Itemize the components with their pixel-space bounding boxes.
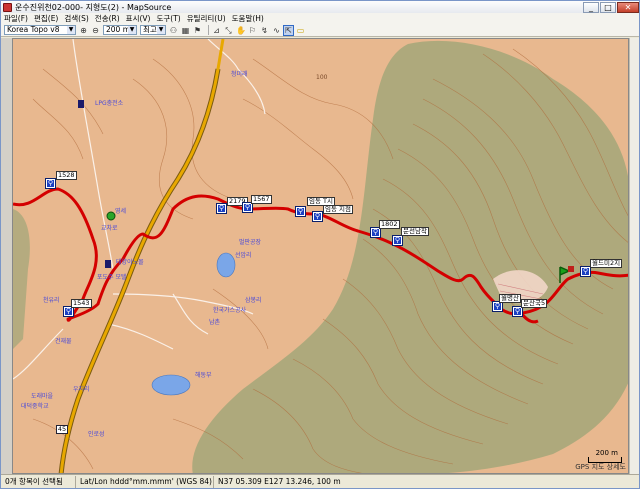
reservoir-north (216, 252, 236, 278)
map-product-select[interactable]: Korea Topo v8 ▼ (4, 25, 76, 35)
menu-find[interactable]: 검색(S) (61, 13, 91, 24)
waypoint-label[interactable]: 임동 지점 (323, 205, 353, 214)
waypoint-label[interactable]: 문선남작 (401, 227, 429, 236)
poi-label: 영세 (115, 208, 127, 215)
poi-label: 우지리 (73, 386, 90, 393)
menu-tools[interactable]: 도구(T) (153, 13, 183, 24)
chevron-down-icon: ▼ (157, 26, 165, 34)
menu-file[interactable]: 파일(F) (1, 13, 31, 24)
zoom-scale-value: 200 m (106, 25, 131, 34)
waypoint-hiker-icon[interactable]: ⚲ (580, 266, 591, 277)
minimize-button[interactable]: _ (583, 1, 599, 13)
coordinate-format: Lat/Lon hddd°mm.mmm' (WGS 84) (76, 475, 214, 488)
vertical-scrollbar[interactable] (629, 38, 639, 474)
toolbar-divider (208, 25, 209, 35)
minor-roads (13, 39, 266, 380)
mapsource-app-icon (3, 2, 12, 12)
highway-45 (58, 68, 221, 473)
poi-label: 한국가스공사 (213, 307, 247, 314)
menu-view[interactable]: 표시(V) (123, 13, 154, 24)
waypoint-hiker-icon[interactable]: ⚲ (295, 206, 306, 217)
chevron-down-icon: ▼ (128, 26, 136, 34)
poi-label: 해동부 (195, 372, 212, 379)
forest-area-west (13, 209, 30, 349)
map-product-value: Korea Topo v8 (7, 25, 60, 34)
poi-label: 천유리 (43, 297, 60, 304)
poi-label: 인로성 (88, 431, 105, 438)
maximize-button[interactable]: □ (600, 1, 616, 13)
poi-label: 벌판공장 (239, 239, 262, 246)
poi-label: 도래마을 (31, 393, 54, 400)
close-button[interactable]: ✕ (617, 1, 639, 13)
route-tool-icon[interactable]: ↯ (260, 26, 269, 35)
poi-label: 교차로 (101, 225, 118, 232)
poi-label: 남촌 (209, 319, 221, 326)
road-number-shield: 45 (56, 425, 68, 434)
waypoint-hiker-icon[interactable]: ⚲ (63, 306, 74, 317)
waypoint-hiker-icon[interactable]: ⚲ (392, 235, 403, 246)
detail-select[interactable]: 최고 ▼ (140, 25, 166, 35)
waypoint-tool-icon[interactable]: ⚐ (248, 26, 257, 35)
poi-label: 삼봉리 (245, 297, 262, 304)
poi-label: 청미래 (231, 71, 248, 78)
reservoir-south (151, 374, 191, 396)
track-tool-icon[interactable]: ∿ (272, 26, 281, 35)
scale-label: 200 m (595, 449, 618, 457)
menu-edit[interactable]: 편집(E) (31, 13, 61, 24)
waypoint-hiker-icon[interactable]: ⚲ (492, 301, 503, 312)
select-tool-icon[interactable]: ⊿ (212, 26, 221, 35)
zoom-tool-icon[interactable]: ⤡ (224, 26, 233, 35)
waypoint-label[interactable]: 월명산 (499, 294, 521, 303)
toolbar: Korea Topo v8 ▼ ⊕ ⊖ 200 m ▼ 최고 ▼ ⚇ ▦ ⚑ ⊿… (1, 24, 639, 37)
window-title: 운수진위천02-000- 지형도(2) - MapSource (15, 2, 172, 12)
menu-transfer[interactable]: 전송(R) (92, 13, 123, 24)
gas-station-icon (105, 260, 111, 268)
title-bar[interactable]: 운수진위천02-000- 지형도(2) - MapSource _ □ ✕ (1, 1, 639, 13)
menu-bar: 파일(F) 편집(E) 검색(S) 전송(R) 표시(V) 도구(T) 유틸리티… (1, 13, 639, 24)
waypoint-label[interactable]: 1567 (251, 195, 272, 204)
map-view[interactable]: 청미래 LPG충전소 영세 교차로 태양이노몰 벌판공장 선암리 포도주 모텔 … (12, 38, 629, 474)
waypoint-hiker-icon[interactable]: ⚲ (312, 211, 323, 222)
distance-tool-icon[interactable]: ⇱ (283, 24, 294, 36)
flag-icon[interactable]: ⚑ (193, 26, 202, 35)
waypoint-label[interactable]: 월드미2지 (590, 259, 623, 268)
waypoint-hiker-icon[interactable]: ⚲ (512, 306, 523, 317)
status-bar: 0개 항목이 선택됨 Lat/Lon hddd°mm.mmm' (WGS 84)… (1, 474, 639, 488)
waypoint-hiker-icon[interactable]: ⚲ (216, 203, 227, 214)
zoom-in-icon[interactable]: ⊕ (79, 26, 88, 35)
map-select-tool-icon[interactable]: ▭ (296, 26, 305, 35)
waypoint-label[interactable]: 문산국5 (521, 299, 548, 308)
selection-count: 0개 항목이 선택됨 (1, 475, 76, 488)
poi-label: 선암리 (235, 252, 252, 259)
detail-value: 최고 (143, 25, 157, 34)
grid-icon[interactable]: ▦ (181, 26, 190, 35)
poi-label: 포도주 모텔 (97, 274, 127, 281)
menu-utilities[interactable]: 유틸리티(U) (184, 13, 229, 24)
left-panel-edge (1, 38, 12, 474)
map-attribution: GPS 지도 상세도 (575, 463, 626, 471)
zoom-out-icon[interactable]: ⊖ (91, 26, 100, 35)
waypoint-label[interactable]: 1528 (56, 171, 77, 180)
waypoint-hiker-icon[interactable]: ⚲ (242, 202, 253, 213)
cursor-coordinates: N37 05.309 E127 13.246, 100 m (218, 476, 341, 486)
contour-elevation-label: 100 (316, 74, 328, 81)
poi-label: 태양이노몰 (116, 259, 144, 266)
menu-help[interactable]: 도움말(H) (229, 13, 267, 24)
pan-hand-icon[interactable]: ✋ (236, 26, 246, 35)
people-icon[interactable]: ⚇ (169, 26, 178, 35)
waypoint-label[interactable]: 1802 (379, 220, 400, 229)
mapsource-window: 운수진위천02-000- 지형도(2) - MapSource _ □ ✕ 파일… (0, 0, 640, 489)
waypoint-label[interactable]: 1543 (71, 299, 92, 308)
zoom-scale-select[interactable]: 200 m ▼ (103, 25, 137, 35)
waypoint-hiker-icon[interactable]: ⚲ (370, 227, 381, 238)
poi-label: LPG충전소 (95, 100, 124, 107)
start-marker (106, 211, 116, 221)
forest-area-east (192, 40, 628, 473)
waypoint-hiker-icon[interactable]: ⚲ (45, 178, 56, 189)
gas-station-icon (78, 100, 84, 108)
chevron-down-icon: ▼ (67, 26, 75, 34)
poi-label: 건재물 (55, 338, 72, 345)
poi-label: 대덕중학교 (21, 403, 49, 410)
